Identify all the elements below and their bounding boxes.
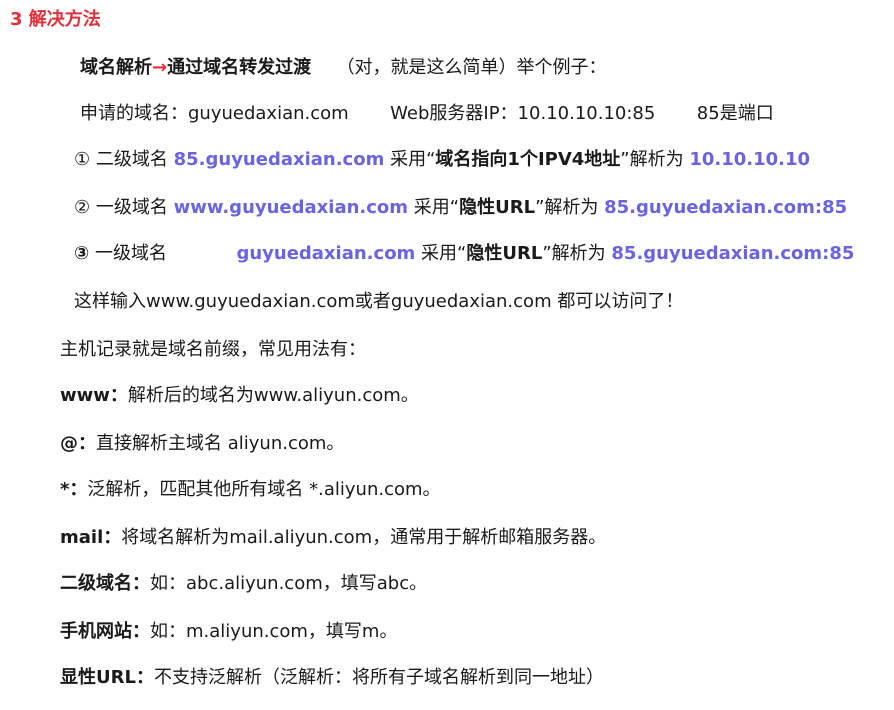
summary-line: 这样输入www.guyuedaxian.com或者guyuedaxian.com… (74, 291, 684, 312)
rule-domain-link[interactable]: www.guyuedaxian.com (174, 197, 408, 218)
rule-method: 隐性URL (459, 197, 536, 218)
usage-explicit-url: 显性URL：不支持泛解析（泛解析：将所有子域名解析到同一地址） (60, 666, 604, 690)
usage-key: 二级域名： (60, 573, 150, 594)
intro-note: （对，就是这么简单）举个例子： (336, 57, 607, 78)
section-heading: 3 解决方法 (10, 9, 101, 30)
rule-domain-link[interactable]: guyuedaxian.com (236, 243, 415, 264)
rule-use-end: ”解析为 (620, 149, 684, 170)
usage-mobile: 手机网站：如：m.aliyun.com，填写m。 (60, 620, 397, 644)
rule-use: 采用“ (390, 149, 436, 170)
usage-subdomain: 二级域名：如：abc.aliyun.com，填写abc。 (60, 572, 427, 596)
rule-target-link[interactable]: 10.10.10.10 (689, 149, 810, 170)
usage-key: www： (60, 385, 128, 406)
rule-use-end: ”解析为 (542, 243, 606, 264)
rule-domain-link[interactable]: 85.guyuedaxian.com (174, 149, 385, 170)
arrow-icon: → (152, 57, 168, 78)
rule-use: 采用“ (413, 197, 460, 218)
usage-text: 直接解析主域名 aliyun.com。 (96, 433, 345, 454)
usage-key: 手机网站： (60, 621, 150, 642)
rule-method: 域名指向1个IPV4地址 (435, 149, 621, 170)
usage-mail: mail：将域名解析为mail.aliyun.com，通常用于解析邮箱服务器。 (60, 526, 606, 550)
rule-item-2: ② 一级域名 www.guyuedaxian.com 采用“隐性URL”解析为 … (74, 196, 847, 220)
intro-line: 域名解析→通过域名转发过渡 （对，就是这么简单）举个例子： (80, 56, 607, 80)
usage-at: @：直接解析主域名 aliyun.com。 (60, 432, 344, 456)
usage-text: 解析后的域名为www.aliyun.com。 (127, 385, 419, 406)
usage-text: 如：abc.aliyun.com，填写abc。 (150, 573, 428, 594)
intro-part2: 通过域名转发过渡 (167, 57, 312, 78)
rule-item-1: ① 二级域名 85.guyuedaxian.com 采用“域名指向1个IPV4地… (74, 148, 810, 172)
usage-text: 泛解析，匹配其他所有域名 *.aliyun.com。 (87, 479, 441, 500)
host-record-intro: 主机记录就是域名前缀，常见用法有： (60, 339, 366, 360)
rule-prefix: 二级域名 (95, 149, 168, 170)
usage-key: @： (60, 433, 96, 454)
domain-label: 申请的域名：guyuedaxian.com (80, 103, 349, 124)
usage-text: 将域名解析为mail.aliyun.com，通常用于解析邮箱服务器。 (121, 527, 607, 548)
rule-target-link[interactable]: 85.guyuedaxian.com:85 (611, 243, 854, 264)
rule-marker: ③ (74, 243, 90, 264)
usage-key: mail： (60, 527, 122, 548)
usage-key: 显性URL： (60, 667, 154, 688)
port-note: 85是端口 (696, 103, 774, 124)
rule-target-link[interactable]: 85.guyuedaxian.com:85 (604, 197, 847, 218)
rule-marker: ② (74, 197, 91, 218)
rule-prefix: 一级域名 (95, 197, 168, 218)
rule-use: 采用“ (421, 243, 467, 264)
usage-text: 如：m.aliyun.com，填写m。 (150, 621, 398, 642)
intro-part1: 域名解析 (80, 57, 152, 78)
rule-marker: ① (74, 149, 91, 170)
usage-key: *： (60, 479, 88, 500)
rule-method: 隐性URL (466, 243, 543, 264)
usage-wildcard: *：泛解析，匹配其他所有域名 *.aliyun.com。 (60, 478, 441, 502)
server-label: Web服务器IP：10.10.10.10:85 (390, 103, 656, 124)
usage-www: www：解析后的域名为www.aliyun.com。 (60, 384, 419, 408)
usage-text: 不支持泛解析（泛解析：将所有子域名解析到同一地址） (153, 667, 604, 688)
rule-use-end: ”解析为 (535, 197, 599, 218)
rule-prefix: 一级域名 (94, 243, 167, 264)
example-line: 申请的域名：guyuedaxian.com Web服务器IP：10.10.10.… (80, 102, 774, 126)
rule-item-3: ③ 一级域名 guyuedaxian.com 采用“隐性URL”解析为 85.g… (74, 242, 854, 266)
